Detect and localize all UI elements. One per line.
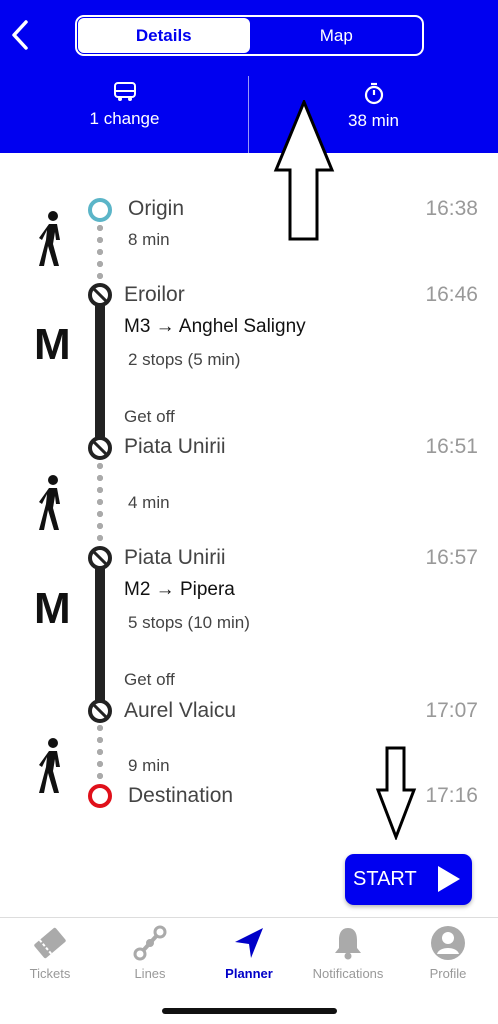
tab-profile[interactable]: Profile — [398, 924, 498, 981]
alighting-stop-name[interactable]: Aurel Vlaicu — [124, 699, 236, 723]
alighting-stop-name[interactable]: Piata Unirii — [124, 435, 226, 459]
walk-duration: 4 min — [128, 493, 170, 512]
start-navigation-button[interactable]: START — [345, 854, 472, 905]
walking-person-icon — [39, 211, 60, 266]
navigation-icon — [235, 928, 263, 958]
tab-label: Notifications — [312, 966, 384, 981]
tab-map[interactable]: Map — [251, 17, 423, 54]
tab-label: Profile — [429, 966, 467, 981]
walking-person-icon — [39, 738, 60, 793]
start-label: START — [353, 868, 417, 890]
stop-marker — [88, 283, 112, 307]
header-bar: Details Map 1 change 38 min — [0, 0, 498, 153]
changes-count: 1 change — [89, 109, 160, 128]
metro-line-connector — [95, 294, 105, 446]
bus-icon — [113, 82, 136, 101]
get-off-label: Get off — [124, 407, 175, 426]
tab-tickets[interactable]: Tickets — [0, 924, 100, 981]
boarding-stop-name[interactable]: Piata Unirii — [124, 546, 226, 570]
walk-connector — [97, 722, 103, 784]
tab-planner[interactable]: Planner — [199, 924, 299, 981]
destination-marker — [88, 784, 112, 808]
get-off-label: Get off — [124, 670, 175, 689]
alighting-time: 17:07 — [425, 699, 478, 722]
alighting-time: 16:51 — [425, 435, 478, 458]
tab-lines[interactable]: Lines — [100, 924, 200, 981]
destination-name: Destination — [128, 784, 234, 807]
route-direction[interactable]: M3 → Anghel Saligny — [124, 316, 306, 338]
boarding-time: 16:57 — [425, 546, 478, 569]
metro-mode-icon: M — [34, 584, 71, 633]
view-segmented-control: Details Map — [75, 15, 424, 56]
boarding-time: 16:46 — [425, 283, 478, 306]
back-chevron-icon[interactable] — [8, 18, 32, 52]
down-arrow-annotation — [375, 746, 417, 840]
metro-line-connector — [95, 558, 105, 708]
walk-connector — [97, 460, 103, 554]
stop-marker — [88, 436, 112, 460]
walk-duration: 9 min — [128, 756, 170, 775]
walk-duration: 8 min — [128, 230, 170, 249]
ticket-icon — [34, 927, 66, 959]
stop-marker — [88, 699, 112, 723]
walking-person-icon — [39, 475, 60, 530]
tab-label: Lines — [134, 966, 166, 981]
lines-icon — [133, 925, 167, 961]
origin-marker — [88, 198, 112, 222]
boarding-stop-name[interactable]: Eroilor — [124, 283, 185, 307]
bell-icon — [335, 928, 361, 960]
origin-name: Origin — [128, 197, 185, 220]
tab-notifications[interactable]: Notifications — [298, 924, 398, 981]
stops-count[interactable]: 5 stops (10 min) — [128, 613, 250, 633]
tab-label: Tickets — [29, 966, 71, 981]
changes-stat: 1 change — [0, 76, 249, 153]
user-icon — [431, 926, 465, 960]
route-direction[interactable]: M2 → Pipera — [124, 579, 235, 601]
up-arrow-annotation — [273, 100, 335, 241]
home-indicator[interactable] — [162, 1008, 337, 1014]
metro-mode-icon: M — [34, 320, 71, 369]
walk-connector — [97, 222, 103, 288]
tab-details[interactable]: Details — [78, 18, 250, 53]
stopwatch-icon — [364, 82, 383, 105]
origin-time: 16:38 — [425, 197, 478, 220]
play-icon — [438, 866, 460, 892]
stops-count[interactable]: 2 stops (5 min) — [128, 350, 240, 370]
destination-time: 17:16 — [425, 784, 478, 807]
tab-label: Planner — [225, 966, 273, 981]
stop-marker — [88, 546, 112, 570]
